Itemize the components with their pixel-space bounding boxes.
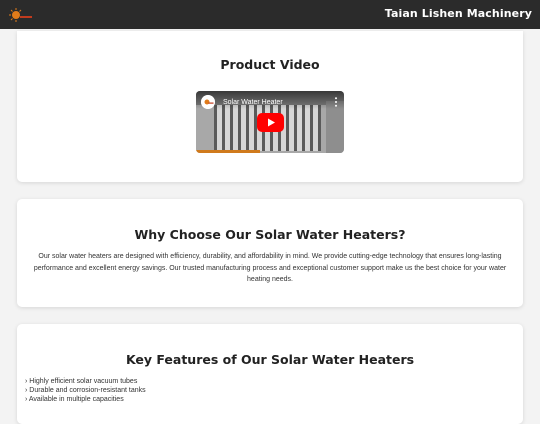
section-title: Product Video bbox=[220, 57, 320, 72]
youtube-play-icon[interactable] bbox=[257, 113, 284, 132]
list-item: Durable and corrosion-resistant tanks bbox=[25, 386, 145, 395]
feature-list: Highly efficient solar vacuum tubes Dura… bbox=[25, 377, 146, 404]
more-vert-icon[interactable] bbox=[334, 97, 338, 107]
channel-avatar[interactable] bbox=[201, 95, 215, 109]
section-title: Key Features of Our Solar Water Heaters bbox=[125, 352, 415, 367]
video-progress-bar[interactable] bbox=[196, 150, 260, 153]
site-header: Taian Lishen Machinery bbox=[0, 0, 540, 29]
section-body: Our solar water heaters are designed wit… bbox=[33, 253, 507, 283]
brand-name[interactable]: Taian Lishen Machinery bbox=[385, 7, 532, 20]
list-item: Available in multiple capacities bbox=[25, 395, 146, 404]
key-features-section: Key Features of Our Solar Water Heaters … bbox=[17, 324, 523, 424]
sun-logo-icon[interactable] bbox=[7, 7, 33, 23]
video-player[interactable]: Solar Water Heater bbox=[196, 91, 344, 153]
video-title[interactable]: Solar Water Heater bbox=[223, 99, 283, 106]
list-item: Highly efficient solar vacuum tubes bbox=[25, 377, 146, 386]
section-title: Why Choose Our Solar Water Heaters? bbox=[134, 227, 406, 242]
product-video-section: Product Video Solar Water Heater bbox=[17, 31, 523, 182]
why-choose-section: Why Choose Our Solar Water Heaters? Our … bbox=[17, 199, 523, 307]
